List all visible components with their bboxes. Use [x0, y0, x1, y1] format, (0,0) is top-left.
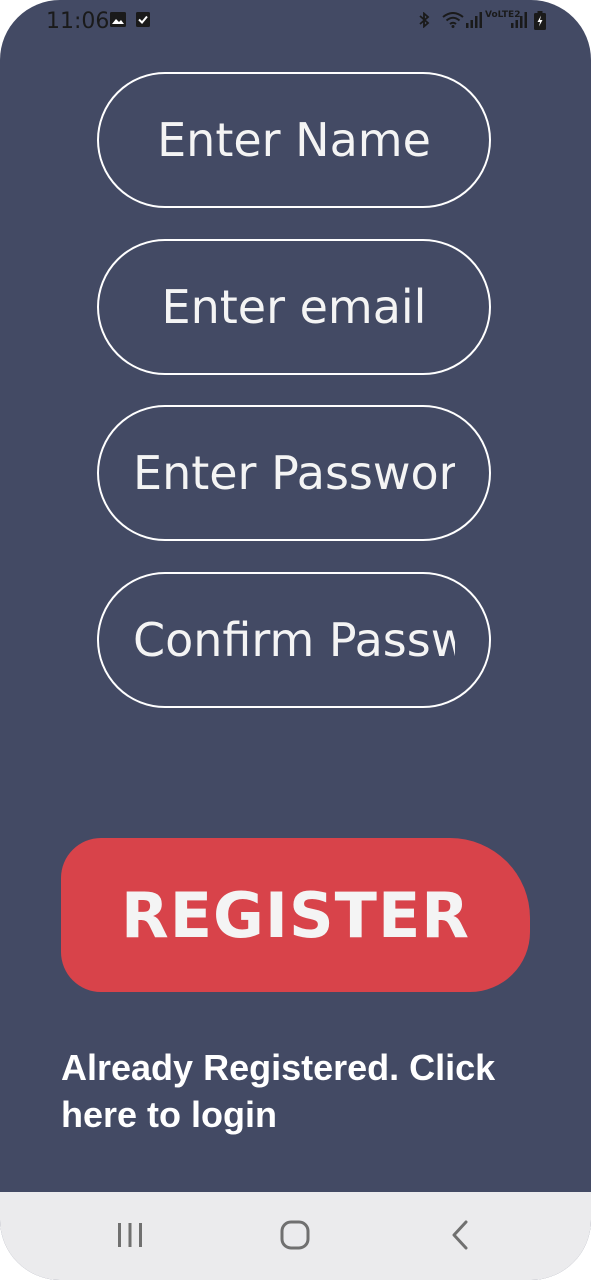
checkbox-icon: [136, 12, 150, 32]
name-field[interactable]: [97, 72, 491, 208]
image-icon: [110, 12, 126, 32]
signal-icon: [511, 12, 527, 33]
register-button[interactable]: REGISTER: [61, 838, 530, 992]
home-button[interactable]: [265, 1212, 325, 1262]
bluetooth-icon: [418, 11, 430, 33]
back-button[interactable]: [430, 1212, 490, 1262]
register-screen: 11:06 VoLTE2 REGISTER A: [0, 0, 591, 1280]
battery-charging-icon: [534, 11, 546, 35]
recents-button[interactable]: [100, 1212, 160, 1262]
password-input[interactable]: [133, 446, 455, 500]
confirm-password-field[interactable]: [97, 572, 491, 708]
signal-icon: [466, 12, 482, 33]
navigation-bar: [0, 1192, 591, 1280]
status-time: 11:06: [46, 9, 110, 34]
confirm-password-input[interactable]: [133, 613, 455, 667]
password-field[interactable]: [97, 405, 491, 541]
name-input[interactable]: [133, 113, 455, 167]
home-icon: [279, 1219, 311, 1256]
recents-icon: [115, 1221, 145, 1254]
status-bar: 11:06 VoLTE2: [0, 0, 591, 44]
back-icon: [450, 1219, 470, 1256]
email-field[interactable]: [97, 239, 491, 375]
email-input[interactable]: [133, 280, 455, 334]
wifi-icon: [442, 12, 464, 33]
login-link[interactable]: Already Registered. Click here to login: [61, 1044, 541, 1138]
